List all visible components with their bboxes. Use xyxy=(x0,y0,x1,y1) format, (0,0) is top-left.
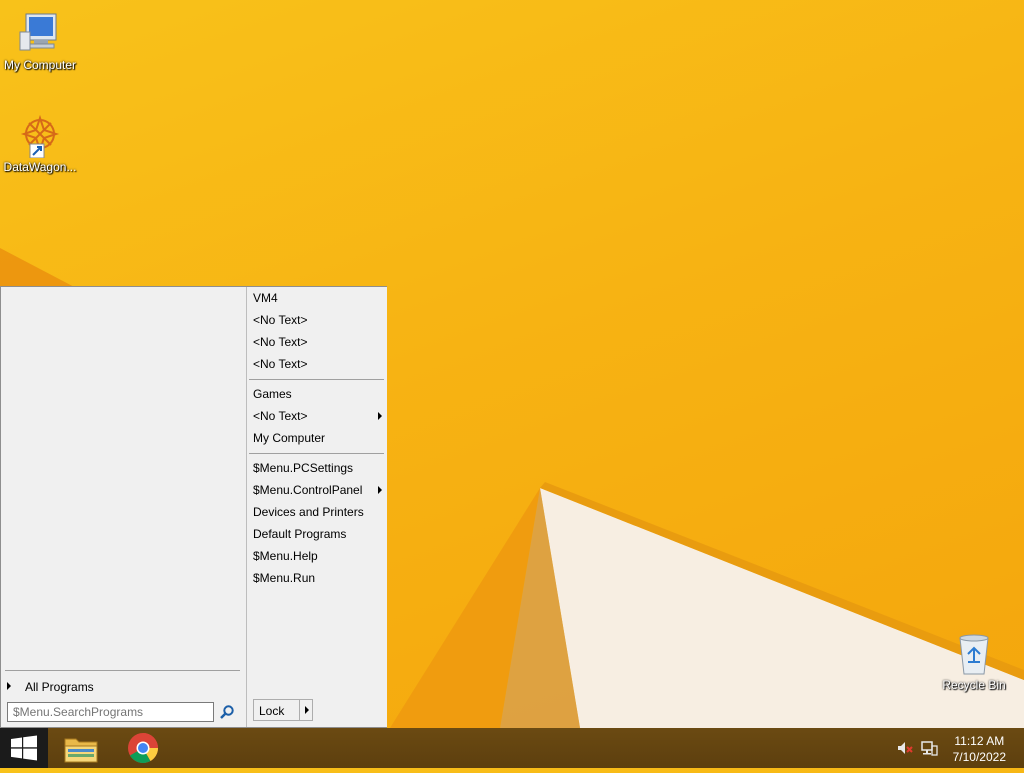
submenu-arrow-icon xyxy=(378,486,382,494)
datawagon-label: DataWagon... xyxy=(3,160,77,174)
recycle-bin-label: Recycle Bin xyxy=(942,678,1006,692)
system-clock[interactable]: 11:12 AM 7/10/2022 xyxy=(953,733,1006,765)
menu-item-label: $Menu.ControlPanel xyxy=(253,483,363,497)
my-computer-desktop-icon[interactable]: My Computer xyxy=(0,10,80,72)
volume-muted-icon[interactable] xyxy=(896,740,914,756)
taskbar: 11:12 AM 7/10/2022 xyxy=(0,728,1024,768)
datawagon-icon xyxy=(20,114,60,158)
clock-time: 11:12 AM xyxy=(954,734,1005,748)
menu-separator xyxy=(249,453,384,454)
menu-item-run[interactable]: $Menu.Run xyxy=(253,568,381,588)
menu-item-no-text-2[interactable]: <No Text> xyxy=(253,332,381,352)
clock-date: 7/10/2022 xyxy=(952,750,1006,764)
expand-arrow-icon xyxy=(7,682,11,690)
start-menu-programs-pane: All Programs xyxy=(1,287,245,727)
start-button[interactable] xyxy=(0,728,48,768)
submenu-arrow-icon xyxy=(378,412,382,420)
menu-separator xyxy=(249,379,384,380)
start-menu: All Programs VM4 <No Text> <No Text> <No… xyxy=(0,286,387,728)
shutdown-options-arrow-icon[interactable] xyxy=(305,706,309,714)
menu-item-default-programs[interactable]: Default Programs xyxy=(253,524,381,544)
all-programs-label: All Programs xyxy=(25,680,94,694)
start-menu-places-pane: VM4 <No Text> <No Text> <No Text> Games … xyxy=(246,287,387,727)
lock-button-label: Lock xyxy=(259,704,285,718)
menu-item-no-text-1[interactable]: <No Text> xyxy=(253,310,381,330)
menu-item-vm4[interactable]: VM4 xyxy=(253,288,381,308)
search-programs-input[interactable] xyxy=(7,702,214,722)
menu-item-games[interactable]: Games xyxy=(253,384,381,404)
my-computer-label: My Computer xyxy=(3,58,77,72)
menu-item-control-panel[interactable]: $Menu.ControlPanel xyxy=(253,480,382,500)
windows-logo-icon xyxy=(11,735,37,761)
chrome-icon xyxy=(128,733,158,764)
lock-button-divider xyxy=(299,700,300,720)
recycle-bin-icon xyxy=(959,634,989,675)
menu-item-no-text-submenu[interactable]: <No Text> xyxy=(253,406,382,426)
file-explorer-taskbar-button[interactable] xyxy=(52,728,110,768)
chrome-taskbar-button[interactable] xyxy=(114,728,172,768)
menu-item-help[interactable]: $Menu.Help xyxy=(253,546,381,566)
menu-item-devices-printers[interactable]: Devices and Printers xyxy=(253,502,381,522)
computer-icon xyxy=(19,13,57,51)
menu-item-pc-settings[interactable]: $Menu.PCSettings xyxy=(253,458,381,478)
menu-item-label: <No Text> xyxy=(253,409,308,423)
network-icon[interactable] xyxy=(920,740,938,756)
menu-item-no-text-3[interactable]: <No Text> xyxy=(253,354,381,374)
lock-button[interactable]: Lock xyxy=(253,699,313,721)
file-explorer-icon xyxy=(64,738,98,763)
recycle-bin-desktop-icon[interactable]: Recycle Bin xyxy=(934,632,1014,692)
programs-separator xyxy=(5,670,240,671)
search-icon[interactable] xyxy=(219,704,235,720)
menu-item-my-computer[interactable]: My Computer xyxy=(253,428,381,448)
all-programs-item[interactable]: All Programs xyxy=(5,677,240,697)
datawagon-desktop-icon[interactable]: DataWagon... xyxy=(0,112,80,174)
